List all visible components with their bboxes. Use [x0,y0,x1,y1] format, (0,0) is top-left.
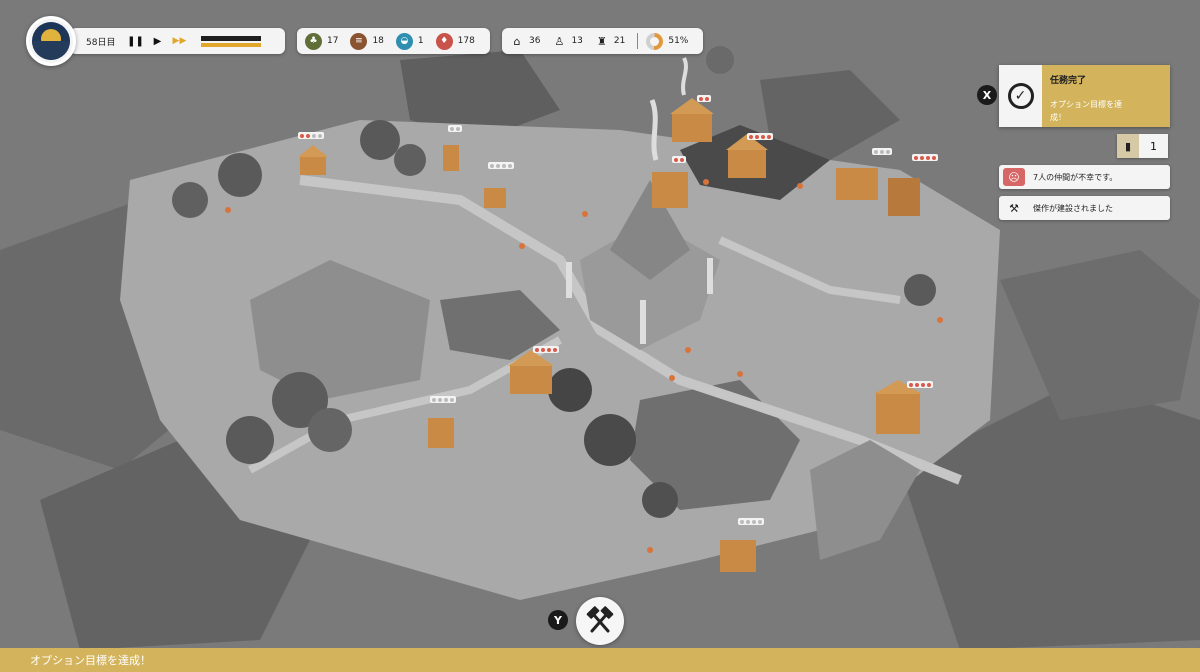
resource-gold[interactable]: ♦ 178 [435,32,475,50]
notification-text: 7人の仲間が不幸です。 [1033,172,1118,182]
build-menu-hint-button[interactable]: Y [548,610,568,630]
building-kiln[interactable] [652,172,688,208]
notification-unhappy[interactable]: ☹ 7人の仲間が不幸です。 [999,165,1170,189]
stat-value: 13 [571,36,583,46]
resource-value: 18 [372,36,384,46]
building-marker [912,154,938,161]
counter-value: 1 [1139,134,1168,158]
villager-icon: ♙ [554,34,565,48]
building-marker [298,132,324,139]
population-panel: ⌂ 36 ♙ 13 ♜ 21 51% [502,28,703,54]
fast-forward-button[interactable]: ▶▶ [171,33,187,49]
resources-panel: ♣ 17 ≡ 18 ◒ 1 ♦ 178 [297,28,490,54]
play-button[interactable]: ▶ [149,33,165,49]
house-icon: ⌂ [513,34,521,48]
resource-value: 17 [327,36,339,46]
banner-text: オプション目標を達成！ [30,654,151,667]
quest-complete-card[interactable]: ✓ 任務完了 オプション目標を達 成！ [999,65,1170,127]
time-panel: 58日目 ❚❚ ▶ ▶▶ [70,28,285,54]
hammers-icon: ⚒ [1009,201,1019,215]
worker-icon: ♜ [596,34,607,48]
pause-button[interactable]: ❚❚ [127,33,144,49]
day-progress-bar [201,35,262,47]
wood-icon: ≡ [350,32,368,50]
card-icon: ▮ [1117,134,1139,158]
stat-houses[interactable]: ⌂ 36 [510,34,541,48]
notification-counter[interactable]: ▮ 1 [1117,134,1168,158]
build-menu-button[interactable] [576,597,624,645]
gold-icon: ♦ [435,32,453,50]
stat-villagers[interactable]: ♙ 13 [552,34,583,48]
resource-wood[interactable]: ≡ 18 [350,32,384,50]
building-shrine[interactable] [443,145,459,171]
building-marker [448,125,462,132]
checkmark-icon: ✓ [1007,83,1034,109]
building-marker [872,148,892,155]
building-marker [747,133,773,140]
day-night-clock [26,16,76,66]
divider [637,33,639,49]
objective-banner: オプション目標を達成！ [0,648,1200,672]
building-hut[interactable] [428,418,454,448]
stat-workers[interactable]: ♜ 21 [595,34,625,48]
quest-text-line1: オプション目標を達 [1050,100,1122,109]
stat-value: 51% [668,36,689,46]
resource-stone[interactable]: ◒ 1 [395,32,424,50]
resource-food[interactable]: ♣ 17 [305,32,339,50]
day-counter: 58日目 [86,37,116,48]
happiness-icon [646,32,664,50]
food-icon: ♣ [305,32,322,50]
building-marker [697,95,711,102]
building-marker [738,518,764,525]
dismiss-quest-button[interactable]: X [977,85,997,105]
quest-text-line2: 成！ [1050,113,1066,122]
stone-icon: ◒ [395,32,413,50]
sad-face-icon: ☹ [1003,168,1025,186]
notification-masterpiece[interactable]: ⚒ 傑作が建設されました [999,196,1170,220]
quest-title: 任務完了 [1050,76,1087,86]
building-workshop[interactable] [484,188,506,208]
build-hammers-icon [586,606,614,633]
building-marker [488,162,514,169]
building-marker [672,156,686,163]
stat-value: 36 [529,36,541,46]
building-marker [430,396,456,403]
building-marker [533,346,559,353]
building-marker [907,381,933,388]
stat-value: 21 [613,36,626,46]
building-cottage[interactable] [720,540,756,572]
stat-happiness[interactable]: 51% [646,32,689,50]
resource-value: 1 [417,36,424,46]
resource-value: 178 [457,36,475,46]
quest-text: オプション目標を達 成！ [1050,98,1162,124]
notification-text: 傑作が建設されました [1033,203,1113,213]
